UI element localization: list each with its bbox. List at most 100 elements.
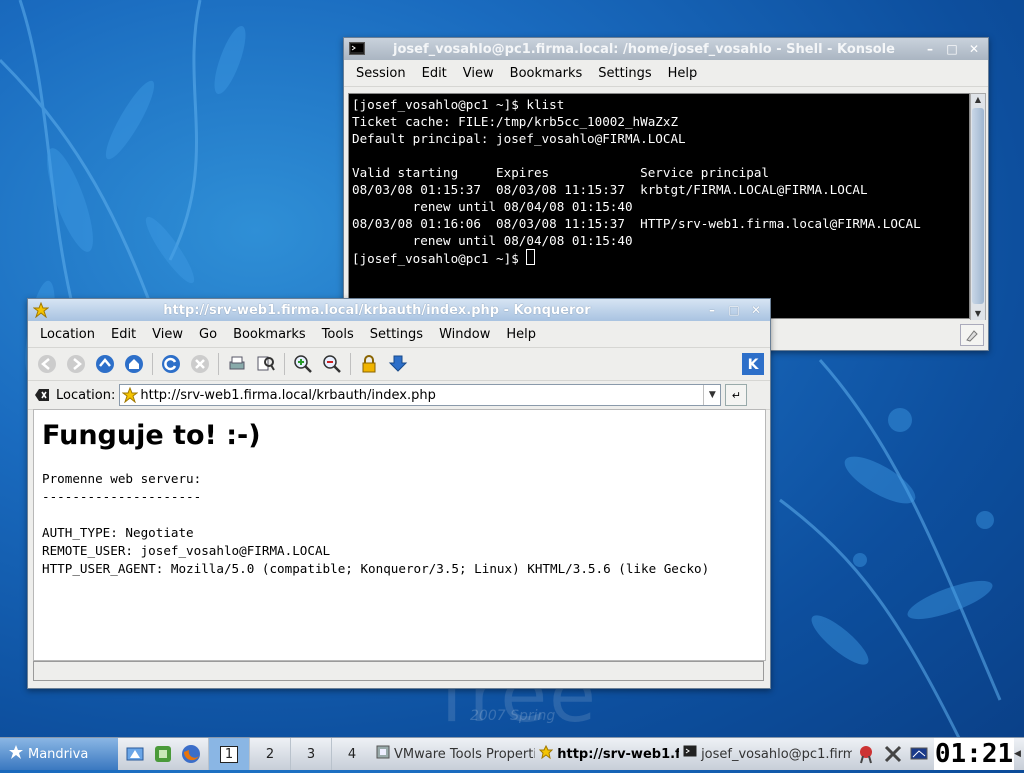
- kde-taskbar: Mandriva 1 2 3 4 VMware Tools Properties…: [0, 737, 1024, 770]
- terminal-line: 08/03/08 01:16:06 08/03/08 11:15:37 HTTP…: [352, 216, 921, 231]
- desktop-2[interactable]: 2: [249, 738, 290, 770]
- terminal-line: renew until 08/04/08 01:15:40: [352, 199, 633, 214]
- web-page-view[interactable]: Funguje to! :-) Promenne web serveru: --…: [33, 409, 766, 661]
- security-lock-icon[interactable]: [356, 351, 382, 377]
- menu-bookmarks[interactable]: Bookmarks: [225, 327, 314, 342]
- task-vmware-tools[interactable]: VMware Tools Properties: [372, 738, 535, 770]
- desktop-3[interactable]: 3: [290, 738, 331, 770]
- task-konsole[interactable]: josef_vosahlo@pc1.firma.local: /home/jos…: [679, 738, 852, 770]
- desktop-pager: 1 2 3 4: [208, 738, 372, 770]
- location-label: Location:: [56, 387, 116, 403]
- reload-icon[interactable]: [158, 351, 184, 377]
- clock[interactable]: 01:21: [934, 738, 1014, 770]
- quick-launch: [118, 743, 208, 765]
- print-preview-icon[interactable]: [253, 351, 279, 377]
- maximize-button[interactable]: □: [726, 302, 742, 318]
- zoom-out-icon[interactable]: [319, 351, 345, 377]
- network-tools-icon[interactable]: [882, 743, 904, 765]
- menu-edit[interactable]: Edit: [414, 66, 455, 81]
- terminal-line: [josef_vosahlo@pc1 ~]$ klist: [352, 97, 565, 112]
- menu-tools[interactable]: Tools: [314, 327, 362, 342]
- desktop-app-icon[interactable]: [124, 743, 146, 765]
- konsole-scrollbar[interactable]: ▲ ▼: [970, 93, 986, 321]
- kde-logo-icon[interactable]: K: [740, 351, 766, 377]
- menu-view[interactable]: View: [144, 327, 191, 342]
- desktop-1-label: 1: [219, 745, 239, 763]
- task-list: VMware Tools Properties http://srv-web1.…: [372, 738, 852, 770]
- minimize-button[interactable]: –: [704, 302, 720, 318]
- task-label: VMware Tools Properties: [394, 746, 535, 762]
- location-bar: Location: ▼ ↵: [28, 381, 770, 410]
- task-label: http://srv-web1.firma.local/krbauth/inde…: [557, 746, 680, 762]
- konsole-title: josef_vosahlo@pc1.firma.local: /home/jos…: [393, 41, 895, 57]
- maximize-button[interactable]: □: [944, 41, 960, 57]
- zoom-in-icon[interactable]: [290, 351, 316, 377]
- kerberos-ticket-icon[interactable]: [856, 743, 878, 765]
- menu-session[interactable]: Session: [348, 66, 414, 81]
- monitor-icon[interactable]: [908, 743, 930, 765]
- url-field[interactable]: ▼: [119, 384, 722, 406]
- vmware-icon: [376, 745, 390, 763]
- menu-window[interactable]: Window: [431, 327, 498, 342]
- start-menu-button[interactable]: Mandriva: [0, 738, 118, 770]
- system-tray: [852, 743, 934, 765]
- svg-text:K: K: [748, 357, 760, 373]
- menu-view[interactable]: View: [455, 66, 502, 81]
- konsole-titlebar[interactable]: josef_vosahlo@pc1.firma.local: /home/jos…: [344, 38, 988, 60]
- terminal-line: 08/03/08 01:15:37 08/03/08 11:15:37 krbt…: [352, 182, 868, 197]
- terminal-line: renew until 08/04/08 01:15:40: [352, 233, 633, 248]
- back-icon[interactable]: [34, 351, 60, 377]
- toolbar-separator: [284, 353, 285, 375]
- desktop-1[interactable]: 1: [208, 738, 249, 770]
- scroll-down-icon[interactable]: ▼: [971, 308, 985, 320]
- status-bar: [33, 661, 764, 681]
- toolbar-separator: [218, 353, 219, 375]
- scroll-up-icon[interactable]: ▲: [971, 94, 985, 106]
- menu-help[interactable]: Help: [660, 66, 706, 81]
- tray-expand-icon[interactable]: ◀: [1014, 749, 1024, 759]
- firefox-icon[interactable]: [180, 743, 202, 765]
- stop-icon[interactable]: [187, 351, 213, 377]
- menu-settings[interactable]: Settings: [362, 327, 431, 342]
- clear-location-icon[interactable]: [34, 387, 50, 403]
- terminal-line: Default principal: josef_vosahlo@FIRMA.L…: [352, 131, 686, 146]
- url-input[interactable]: [138, 387, 704, 403]
- url-dropdown-icon[interactable]: ▼: [703, 385, 720, 405]
- konqueror-window: http://srv-web1.firma.local/krbauth/inde…: [27, 298, 771, 689]
- close-button[interactable]: ✕: [748, 302, 764, 318]
- konqueror-star-icon: [539, 744, 554, 763]
- print-icon[interactable]: [224, 351, 250, 377]
- menu-settings[interactable]: Settings: [590, 66, 659, 81]
- terminal-prompt: [josef_vosahlo@pc1 ~]$: [352, 251, 527, 266]
- scrollbar-thumb[interactable]: [972, 108, 984, 304]
- terminal-line: Ticket cache: FILE:/tmp/krb5cc_10002_hWa…: [352, 114, 679, 129]
- forward-icon[interactable]: [63, 351, 89, 377]
- go-button[interactable]: ↵: [725, 384, 748, 406]
- terminal-area[interactable]: [josef_vosahlo@pc1 ~]$ klist Ticket cach…: [348, 93, 970, 319]
- up-icon[interactable]: [92, 351, 118, 377]
- konqueror-title: http://srv-web1.firma.local/krbauth/inde…: [163, 302, 591, 318]
- home-icon[interactable]: [121, 351, 147, 377]
- menu-bookmarks[interactable]: Bookmarks: [502, 66, 591, 81]
- terminal-icon: [348, 40, 366, 58]
- menu-location[interactable]: Location: [32, 327, 103, 342]
- task-konqueror[interactable]: http://srv-web1.firma.local/krbauth/inde…: [535, 738, 679, 770]
- terminal-cursor: [526, 249, 536, 265]
- new-session-icon[interactable]: [960, 324, 984, 346]
- minimize-button[interactable]: –: [922, 41, 938, 57]
- menu-go[interactable]: Go: [191, 327, 225, 342]
- konqueror-toolbar: K: [28, 348, 770, 381]
- download-icon[interactable]: [385, 351, 411, 377]
- menu-edit[interactable]: Edit: [103, 327, 144, 342]
- konqueror-menubar: Location Edit View Go Bookmarks Tools Se…: [28, 321, 770, 348]
- favicon-star-icon: [122, 387, 139, 403]
- menu-help[interactable]: Help: [498, 327, 544, 342]
- wallpaper-brand-sub: 2007 Spring: [470, 708, 556, 724]
- start-menu-label: Mandriva: [28, 746, 89, 762]
- toolbar-separator: [350, 353, 351, 375]
- desktop-4[interactable]: 4: [331, 738, 372, 770]
- control-center-icon[interactable]: [152, 743, 174, 765]
- konqueror-titlebar[interactable]: http://srv-web1.firma.local/krbauth/inde…: [28, 299, 770, 321]
- page-body: Promenne web serveru: ------------------…: [42, 471, 710, 576]
- close-button[interactable]: ✕: [966, 41, 982, 57]
